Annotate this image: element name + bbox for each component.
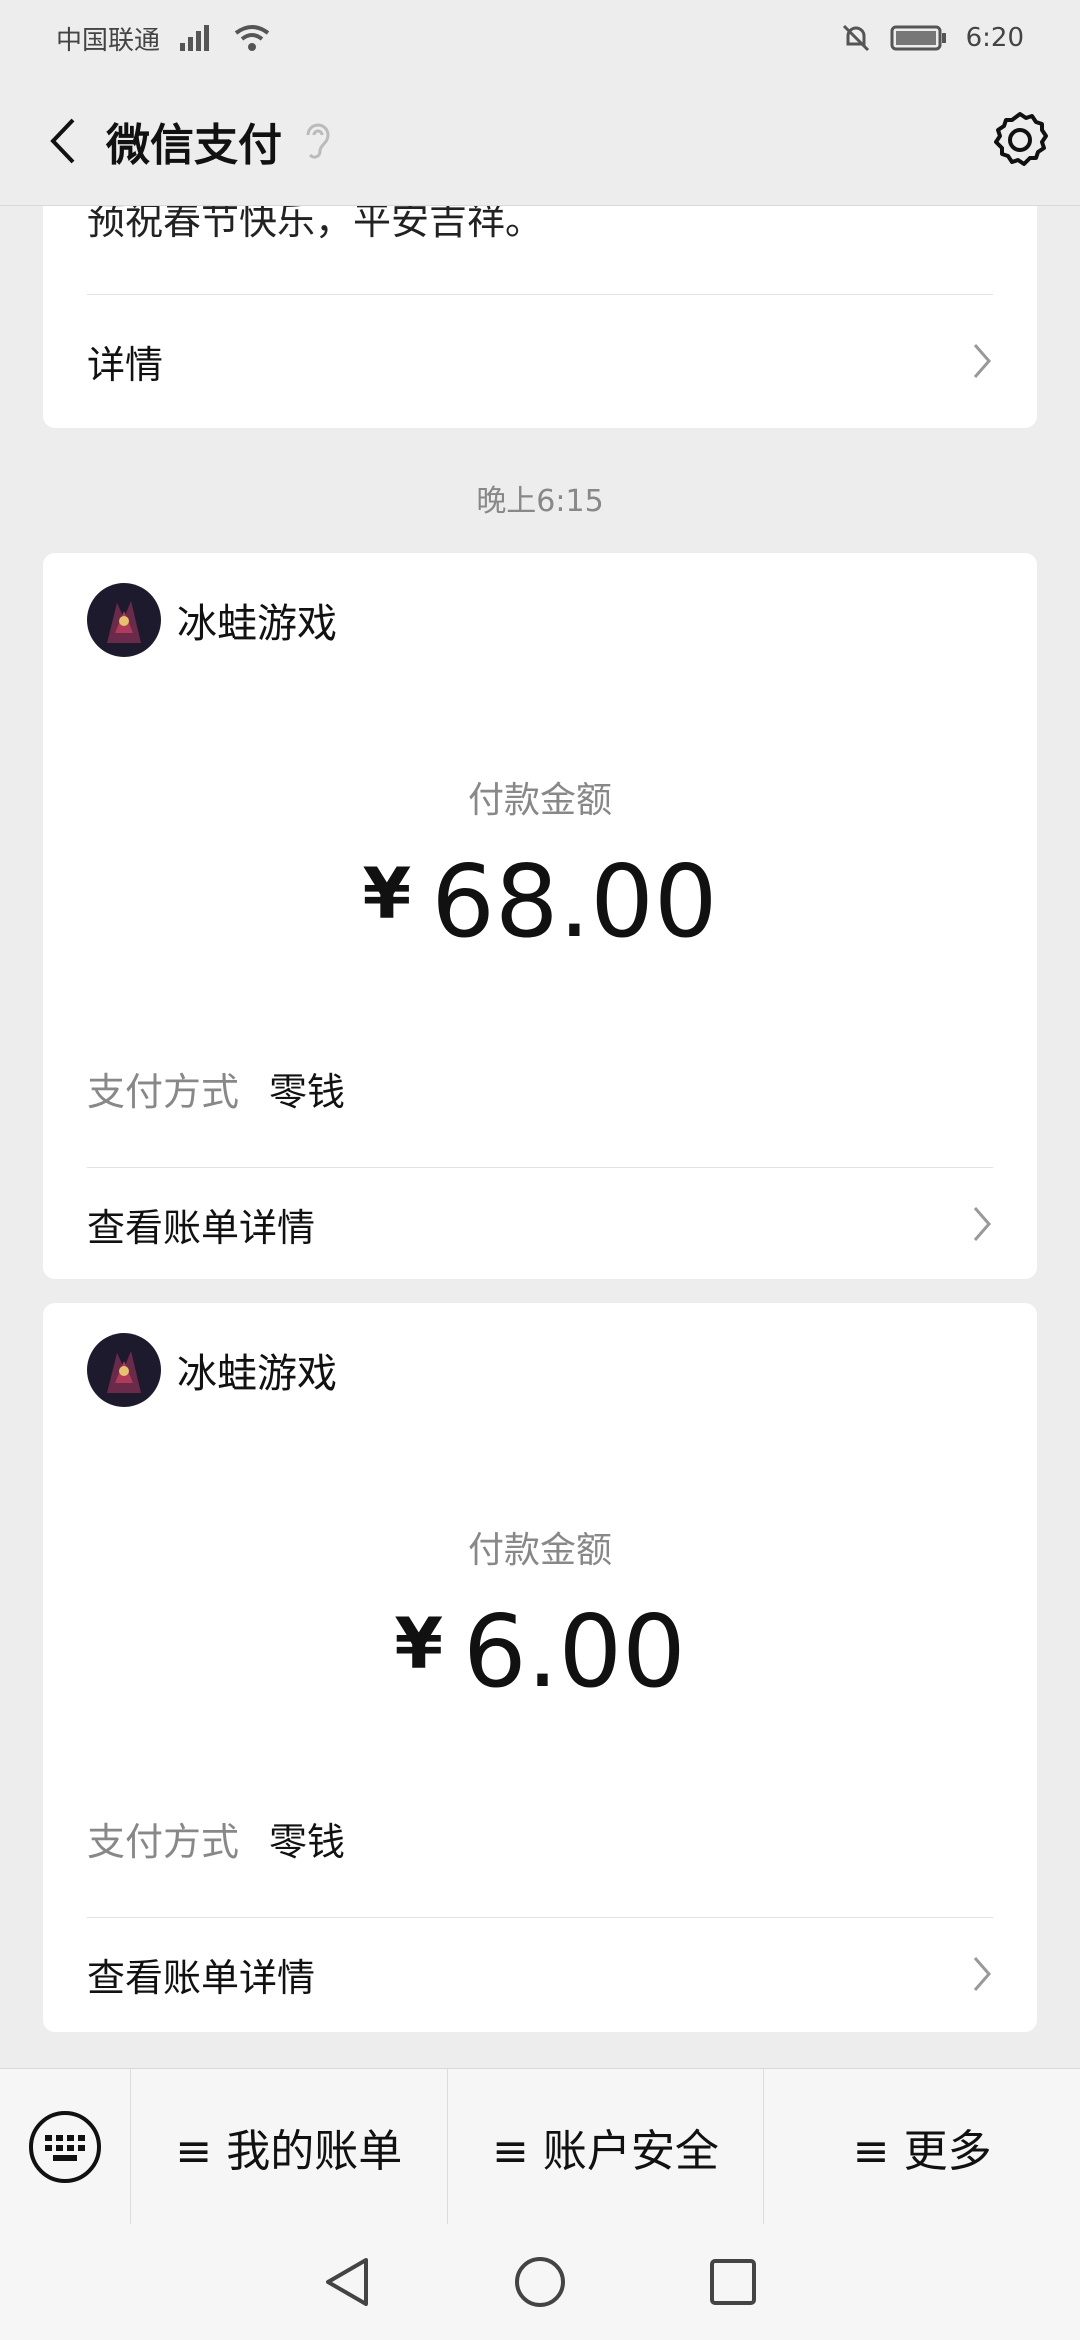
view-bill-link[interactable]: 查看账单详情 xyxy=(87,1169,993,1279)
amount-number: 6.00 xyxy=(463,1593,686,1710)
detail-label: 详情 xyxy=(87,342,164,387)
detail-link[interactable]: 详情 xyxy=(87,306,993,416)
payment-method-label: 支付方式 xyxy=(87,1820,240,1864)
view-bill-link[interactable]: 查看账单详情 xyxy=(87,1919,993,2029)
payment-card: 冰蛙游戏 付款金额 ¥6.00 支付方式 零钱 查看账单详情 xyxy=(43,1303,1037,2032)
message-text: 预祝春节快乐，平安吉祥。 xyxy=(87,206,544,243)
signal-icon xyxy=(180,25,210,51)
status-bar: 中国联通 6:20 xyxy=(0,0,1080,76)
page-title: 微信支付 xyxy=(106,119,282,171)
payment-method-value: 零钱 xyxy=(269,1820,346,1864)
merchant-header: 冰蛙游戏 xyxy=(87,1333,337,1407)
battery-icon xyxy=(890,25,946,51)
status-left: 中国联通 xyxy=(56,20,272,57)
nav-home-icon[interactable] xyxy=(512,2254,568,2310)
title-bar: 微信支付 xyxy=(0,76,1080,206)
bottom-menu: ≡ 我的账单 ≡ 账户安全 ≡ 更多 xyxy=(0,2068,1080,2225)
amount-number: 68.00 xyxy=(431,843,718,960)
menu-account-security[interactable]: ≡ 账户安全 xyxy=(446,2069,764,2225)
back-icon[interactable] xyxy=(30,109,94,173)
top-message-card: 预祝春节快乐，平安吉祥。 详情 xyxy=(43,206,1037,428)
status-time: 6:20 xyxy=(965,23,1024,53)
divider xyxy=(87,1917,993,1918)
menu-more[interactable]: ≡ 更多 xyxy=(763,2069,1080,2225)
chevron-right-icon xyxy=(973,1957,991,1991)
divider xyxy=(87,1167,993,1168)
amount-value: ¥68.00 xyxy=(43,843,1037,960)
merchant-avatar[interactable] xyxy=(87,1333,161,1407)
chevron-right-icon xyxy=(973,1207,991,1241)
payment-card: 冰蛙游戏 付款金额 ¥68.00 支付方式 零钱 查看账单详情 xyxy=(43,553,1037,1279)
view-bill-label: 查看账单详情 xyxy=(87,1205,316,1250)
payment-method-label: 支付方式 xyxy=(87,1070,240,1114)
payment-method-row: 支付方式 零钱 xyxy=(87,1811,345,1866)
currency-symbol: ¥ xyxy=(362,853,412,935)
payment-method-row: 支付方式 零钱 xyxy=(87,1061,345,1116)
merchant-avatar[interactable] xyxy=(87,583,161,657)
keyboard-icon xyxy=(29,2111,101,2183)
amount-label: 付款金额 xyxy=(467,1530,612,1571)
amount-value: ¥6.00 xyxy=(43,1593,1037,1710)
menu-my-bills[interactable]: ≡ 我的账单 xyxy=(130,2069,447,2225)
nav-recents-icon[interactable] xyxy=(708,2257,758,2307)
time-separator: 晚上6:15 xyxy=(476,484,604,519)
system-nav-bar xyxy=(0,2224,1080,2340)
divider xyxy=(87,294,993,295)
chevron-right-icon xyxy=(973,344,991,378)
message-list[interactable]: 预祝春节快乐，平安吉祥。 详情 晚上6:15 冰蛙游戏 付款金额 ¥68.00 xyxy=(0,206,1080,2068)
keyboard-toggle-button[interactable] xyxy=(0,2069,130,2225)
merchant-header: 冰蛙游戏 xyxy=(87,583,337,657)
view-bill-label: 查看账单详情 xyxy=(87,1955,316,2000)
carrier-label: 中国联通 xyxy=(56,25,161,56)
mute-bell-icon xyxy=(842,24,869,52)
merchant-name: 冰蛙游戏 xyxy=(177,1351,337,1397)
gear-icon[interactable] xyxy=(988,108,1052,172)
nav-back-icon[interactable] xyxy=(322,2254,372,2310)
payment-method-value: 零钱 xyxy=(269,1070,346,1114)
merchant-name: 冰蛙游戏 xyxy=(177,601,337,647)
status-right: 6:20 xyxy=(840,22,1024,54)
wifi-icon xyxy=(234,25,270,51)
ear-icon[interactable] xyxy=(300,119,336,163)
currency-symbol: ¥ xyxy=(394,1603,444,1685)
amount-label: 付款金额 xyxy=(467,780,612,821)
